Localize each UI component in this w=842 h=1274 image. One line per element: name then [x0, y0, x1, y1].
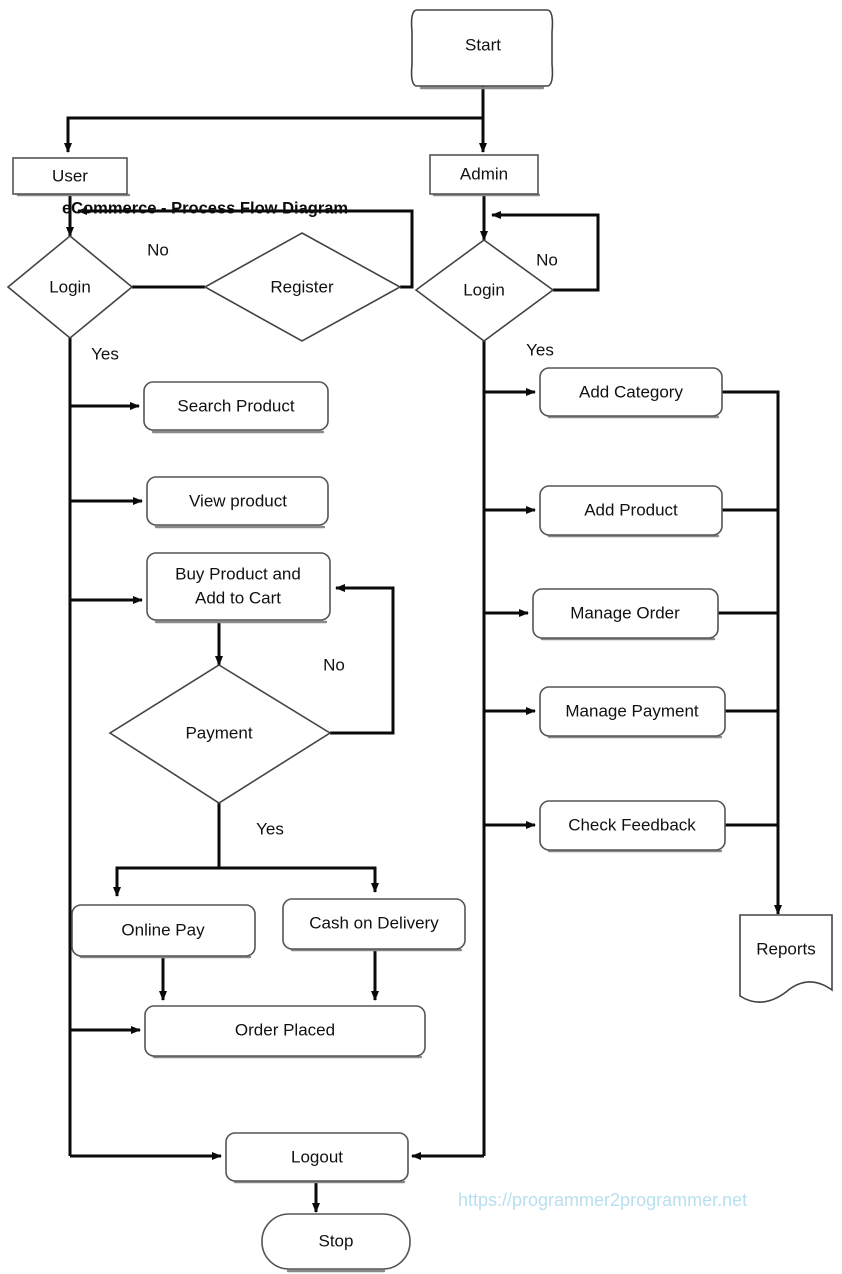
- node-buy-product-label-line2: Add to Cart: [195, 588, 281, 607]
- node-add-category[interactable]: Add Category: [539, 367, 723, 419]
- node-add-product-label: Add Product: [584, 500, 678, 519]
- flowchart-svg: Start User Admin Login Register Login Se…: [6, 9, 833, 1273]
- node-register-label: Register: [270, 277, 334, 296]
- node-user-login[interactable]: Login: [6, 234, 134, 340]
- node-manage-payment[interactable]: Manage Payment: [539, 686, 726, 739]
- node-admin[interactable]: Admin: [429, 154, 541, 197]
- node-add-category-label: Add Category: [579, 382, 683, 401]
- node-logout[interactable]: Logout: [225, 1132, 409, 1184]
- node-cash-on-delivery[interactable]: Cash on Delivery: [282, 898, 466, 952]
- node-buy-product[interactable]: Buy Product and Add to Cart: [146, 552, 331, 624]
- node-user-login-label: Login: [49, 277, 91, 296]
- node-view-product[interactable]: View product: [146, 476, 329, 529]
- node-manage-payment-label: Manage Payment: [565, 701, 699, 720]
- edge-payment-to-online-pay: [113, 866, 219, 897]
- node-user-label: User: [52, 166, 88, 185]
- edge-collector-vertical: [722, 390, 780, 910]
- node-admin-label: Admin: [460, 164, 508, 183]
- node-start[interactable]: Start: [410, 9, 554, 90]
- node-order-placed-label: Order Placed: [235, 1020, 335, 1039]
- node-order-placed[interactable]: Order Placed: [144, 1005, 426, 1059]
- node-buy-product-label-line1: Buy Product and: [175, 564, 301, 583]
- node-check-feedback[interactable]: Check Feedback: [539, 800, 726, 853]
- node-reports-label: Reports: [756, 939, 816, 958]
- diagram-title: eCommerce - Process Flow Diagram: [62, 199, 348, 217]
- node-manage-order[interactable]: Manage Order: [532, 588, 719, 641]
- edge-label-admin-login-yes: Yes: [526, 340, 554, 359]
- node-stop[interactable]: Stop: [261, 1213, 411, 1273]
- node-view-product-label: View product: [189, 491, 287, 510]
- node-online-pay[interactable]: Online Pay: [71, 904, 256, 959]
- edge-label-payment-yes: Yes: [256, 819, 284, 838]
- edge-start-to-user: [64, 116, 483, 153]
- flowchart-canvas: Start User Admin Login Register Login Se…: [0, 0, 842, 1274]
- edge-label-user-login-no: No: [147, 240, 169, 259]
- node-start-label: Start: [465, 35, 501, 54]
- node-add-product[interactable]: Add Product: [539, 485, 723, 538]
- node-search-product-label: Search Product: [177, 396, 294, 415]
- node-user[interactable]: User: [12, 157, 131, 197]
- edge-label-admin-login-no: No: [536, 250, 558, 269]
- node-cash-on-delivery-label: Cash on Delivery: [309, 913, 439, 932]
- node-register[interactable]: Register: [203, 232, 402, 342]
- watermark-url: https://programmer2programmer.net: [458, 1190, 747, 1210]
- node-admin-login-label: Login: [463, 280, 505, 299]
- edge-payment-to-cash-on-delivery: [219, 866, 379, 893]
- edge-label-payment-no: No: [323, 655, 345, 674]
- node-manage-order-label: Manage Order: [570, 603, 680, 622]
- node-check-feedback-label: Check Feedback: [568, 815, 696, 834]
- edge-label-user-login-yes: Yes: [91, 344, 119, 363]
- node-stop-label: Stop: [319, 1231, 354, 1250]
- node-search-product[interactable]: Search Product: [143, 381, 329, 434]
- node-admin-login[interactable]: Login: [414, 239, 555, 342]
- node-logout-label: Logout: [291, 1147, 343, 1166]
- node-payment-label: Payment: [185, 723, 252, 742]
- node-reports[interactable]: Reports: [739, 914, 833, 1003]
- node-online-pay-label: Online Pay: [121, 920, 205, 939]
- node-payment[interactable]: Payment: [108, 664, 332, 804]
